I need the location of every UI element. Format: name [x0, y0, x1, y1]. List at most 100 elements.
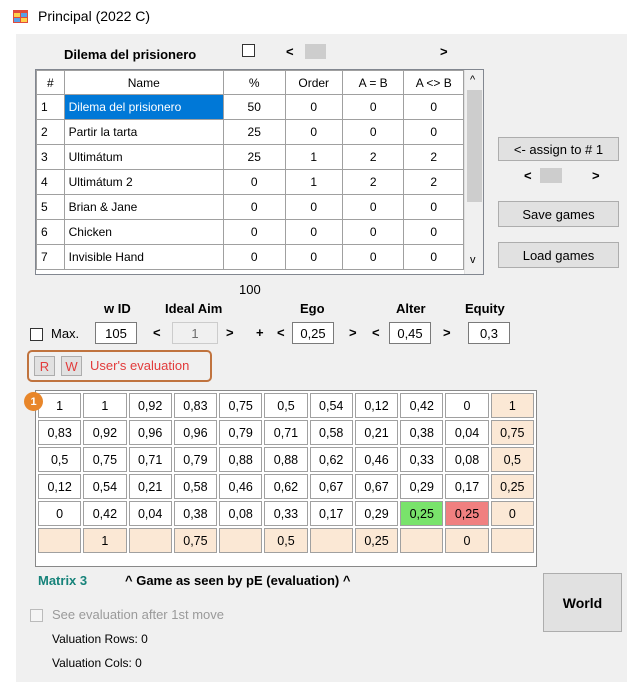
matrix-cell[interactable]: 0,88: [219, 447, 263, 472]
matrix-cell[interactable]: 0,17: [445, 474, 489, 499]
matrix-cell[interactable]: 0,25: [400, 501, 444, 526]
col-header-percent[interactable]: %: [222, 70, 286, 95]
scroll-thumb[interactable]: [305, 44, 326, 59]
matrix-cell[interactable]: [38, 528, 82, 553]
matrix-cell[interactable]: 0: [490, 501, 534, 526]
row-a-equals-b[interactable]: 0: [341, 219, 405, 245]
matrix-cell[interactable]: 0,25: [445, 501, 489, 526]
matrix-cell[interactable]: 0,58: [173, 474, 218, 499]
game-row[interactable]: 3 Ultimátum 25 1 2 2: [36, 144, 464, 170]
ego-field[interactable]: 0,25: [292, 322, 334, 344]
matrix-cell[interactable]: 0,75: [173, 528, 218, 553]
row-name[interactable]: Partir la tarta: [63, 119, 224, 145]
alter-left-arrow-icon[interactable]: <: [372, 325, 380, 340]
row-percent[interactable]: 0: [222, 194, 286, 220]
matrix-cell[interactable]: 0,25: [354, 528, 399, 553]
load-games-button[interactable]: Load games: [498, 242, 619, 268]
assign-scroll-thumb[interactable]: [540, 168, 562, 183]
alter-field[interactable]: 0,45: [389, 322, 431, 344]
row-order[interactable]: 0: [284, 119, 343, 145]
row-number[interactable]: 4: [36, 169, 65, 195]
matrix-cell[interactable]: 0,33: [400, 447, 444, 472]
matrix-cell[interactable]: 0,42: [400, 393, 444, 418]
game-row[interactable]: 6 Chicken 0 0 0 0: [36, 219, 464, 245]
matrix-cell[interactable]: 0,25: [490, 474, 534, 499]
matrix-cell[interactable]: 0: [445, 528, 489, 553]
matrix-cell[interactable]: 0,62: [309, 447, 353, 472]
game-hscrollbar[interactable]: < >: [277, 43, 457, 60]
evaluation-matrix[interactable]: 1 1 0,92 0,83 0,75 0,5 0,54 0,12 0,42 0 1 0,83 0,92 0…: [35, 390, 537, 567]
matrix-cell[interactable]: 0,46: [354, 447, 399, 472]
game-row[interactable]: 7 Invisible Hand 0 0 0 0: [36, 244, 464, 270]
row-a-equals-b[interactable]: 0: [341, 94, 405, 120]
matrix-cell[interactable]: [309, 528, 353, 553]
assign-hscrollbar[interactable]: < >: [518, 167, 608, 184]
row-a-not-b[interactable]: 0: [403, 94, 464, 120]
row-a-not-b[interactable]: 0: [403, 194, 464, 220]
ideal-aim-field[interactable]: 1: [172, 322, 218, 344]
matrix-cell[interactable]: 0,96: [173, 420, 218, 445]
matrix-cell[interactable]: 0,5: [38, 447, 82, 472]
matrix-cell[interactable]: 0,88: [264, 447, 308, 472]
row-number[interactable]: 3: [36, 144, 65, 170]
row-percent[interactable]: 0: [222, 219, 286, 245]
matrix-cell[interactable]: 0,12: [354, 393, 399, 418]
read-button[interactable]: R: [34, 356, 55, 376]
matrix-cell[interactable]: 0,5: [490, 447, 534, 472]
row-name[interactable]: Ultimátum 2: [63, 169, 224, 195]
row-a-not-b[interactable]: 2: [403, 169, 464, 195]
wid-field[interactable]: 105: [95, 322, 137, 344]
row-number[interactable]: 5: [36, 194, 65, 220]
ego-left-arrow-icon[interactable]: <: [277, 325, 285, 340]
row-order[interactable]: 1: [284, 144, 343, 170]
matrix-cell[interactable]: 0,79: [173, 447, 218, 472]
write-button[interactable]: W: [61, 356, 82, 376]
row-order[interactable]: 0: [284, 244, 343, 270]
game-row[interactable]: 1 Dilema del prisionero 50 0 0 0: [36, 94, 464, 120]
matrix-cell[interactable]: 0,42: [83, 501, 127, 526]
ego-right-arrow-icon[interactable]: >: [349, 325, 357, 340]
col-header-a-not-b[interactable]: A <> B: [403, 70, 464, 95]
matrix-cell[interactable]: 0,67: [354, 474, 399, 499]
matrix-cell[interactable]: 0,04: [128, 501, 172, 526]
matrix-cell[interactable]: 0,75: [490, 420, 534, 445]
row-name[interactable]: Chicken: [63, 219, 224, 245]
alter-right-arrow-icon[interactable]: >: [443, 325, 451, 340]
matrix-cell[interactable]: 0,83: [38, 420, 82, 445]
matrix-cell[interactable]: 0,08: [445, 447, 489, 472]
row-order[interactable]: 1: [284, 169, 343, 195]
matrix-cell[interactable]: 0,38: [400, 420, 444, 445]
row-name[interactable]: Dilema del prisionero: [63, 94, 224, 120]
scroll-up-arrow-icon[interactable]: ^: [470, 74, 475, 86]
matrix-cell[interactable]: 0,54: [309, 393, 353, 418]
matrix-cell[interactable]: 0,29: [354, 501, 399, 526]
row-number[interactable]: 1: [36, 94, 65, 120]
matrix-cell[interactable]: 0,71: [128, 447, 172, 472]
matrix-cell[interactable]: [128, 528, 172, 553]
row-percent[interactable]: 0: [222, 244, 286, 270]
matrix-cell[interactable]: 0,5: [264, 528, 308, 553]
row-a-equals-b[interactable]: 0: [341, 244, 405, 270]
row-a-equals-b[interactable]: 2: [341, 169, 405, 195]
row-percent[interactable]: 25: [222, 119, 286, 145]
row-a-not-b[interactable]: 0: [403, 119, 464, 145]
matrix-cell[interactable]: 0,38: [173, 501, 218, 526]
matrix-cell[interactable]: 0,75: [83, 447, 127, 472]
row-percent[interactable]: 50: [222, 94, 286, 120]
matrix-cell[interactable]: 0,58: [309, 420, 353, 445]
matrix-cell[interactable]: 0: [38, 501, 82, 526]
scroll-left-arrow-icon[interactable]: <: [286, 44, 294, 59]
assign-button[interactable]: <- assign to # 1: [498, 137, 619, 161]
matrix-cell[interactable]: 0,62: [264, 474, 308, 499]
games-vscrollbar[interactable]: ^ v: [464, 70, 483, 274]
matrix-cell[interactable]: 0,71: [264, 420, 308, 445]
nav-left-arrow-icon[interactable]: <: [524, 168, 532, 183]
row-percent[interactable]: 0: [222, 169, 286, 195]
matrix-cell[interactable]: [400, 528, 444, 553]
matrix-cell[interactable]: 0,08: [219, 501, 263, 526]
row-number[interactable]: 2: [36, 119, 65, 145]
game-checkbox[interactable]: [242, 44, 255, 57]
matrix-cell[interactable]: 0,75: [219, 393, 263, 418]
matrix-cell[interactable]: 1: [83, 528, 127, 553]
row-order[interactable]: 0: [284, 194, 343, 220]
